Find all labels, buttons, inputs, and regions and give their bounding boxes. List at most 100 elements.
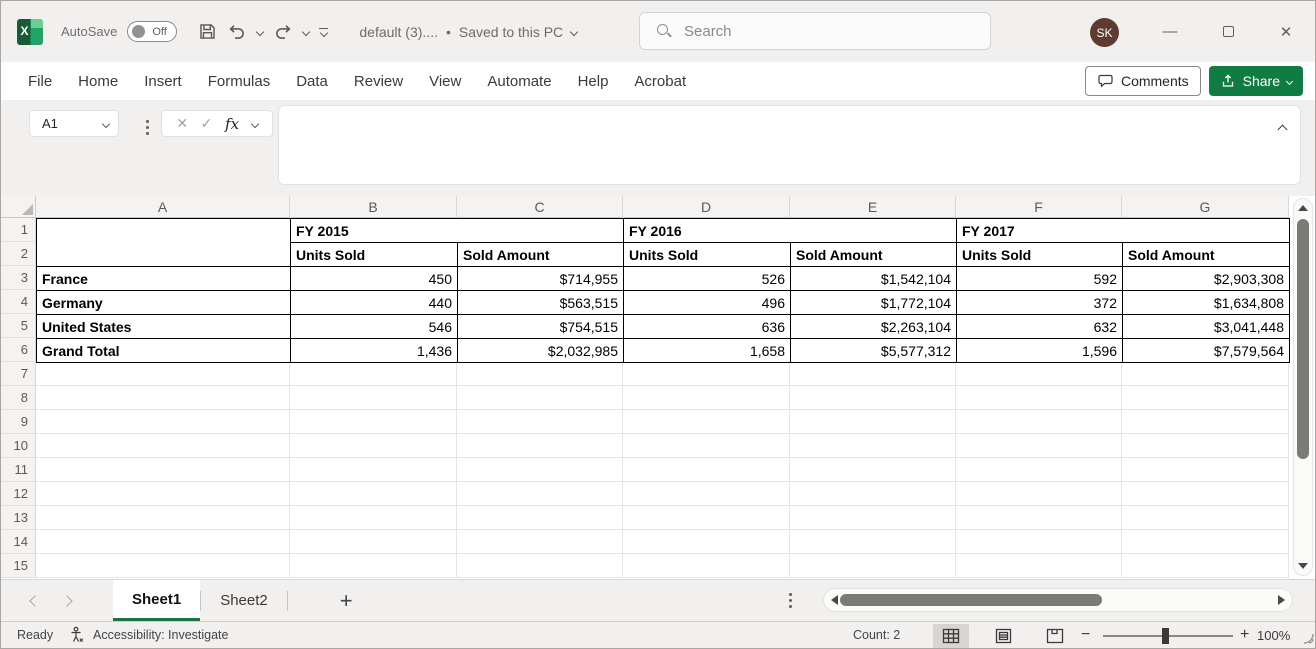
share-button[interactable]: Share xyxy=(1209,66,1303,96)
cell-A1[interactable] xyxy=(37,219,291,267)
tab-insert[interactable]: Insert xyxy=(131,62,195,100)
cell-F4[interactable]: 372 xyxy=(957,291,1123,315)
cell-D1[interactable]: FY 2016 xyxy=(624,219,957,243)
cell-E4[interactable]: $1,772,104 xyxy=(791,291,957,315)
cell-B11[interactable] xyxy=(290,458,457,482)
cell-A14[interactable] xyxy=(36,530,290,554)
cell-F9[interactable] xyxy=(956,410,1122,434)
cell-G14[interactable] xyxy=(1122,530,1289,554)
cell-F13[interactable] xyxy=(956,506,1122,530)
horizontal-scrollbar[interactable] xyxy=(823,588,1293,612)
cell-A7[interactable] xyxy=(36,362,290,386)
row-header-2[interactable]: 2 xyxy=(1,242,36,266)
cell-E2[interactable]: Sold Amount xyxy=(791,243,957,267)
next-sheet-arrow-icon[interactable] xyxy=(61,595,72,606)
cell-D11[interactable] xyxy=(623,458,790,482)
minimize-button[interactable]: — xyxy=(1141,1,1199,62)
cell-E9[interactable] xyxy=(790,410,956,434)
cell-F6[interactable]: 1,596 xyxy=(957,339,1123,363)
vertical-scrollbar[interactable] xyxy=(1293,198,1313,576)
cell-E11[interactable] xyxy=(790,458,956,482)
row-header-9[interactable]: 9 xyxy=(1,410,36,434)
cell-D6[interactable]: 1,658 xyxy=(624,339,791,363)
cell-C10[interactable] xyxy=(457,434,623,458)
document-title-area[interactable]: default (3).... • Saved to this PC xyxy=(359,24,577,40)
cell-D4[interactable]: 496 xyxy=(624,291,791,315)
tab-data[interactable]: Data xyxy=(283,62,341,100)
row-header-7[interactable]: 7 xyxy=(1,362,36,386)
cell-F5[interactable]: 632 xyxy=(957,315,1123,339)
tab-help[interactable]: Help xyxy=(565,62,622,100)
cell-G2[interactable]: Sold Amount xyxy=(1123,243,1290,267)
tab-review[interactable]: Review xyxy=(341,62,416,100)
cell-B2[interactable]: Units Sold xyxy=(291,243,458,267)
page-break-preview-button[interactable] xyxy=(1037,624,1073,648)
scroll-right-arrow-icon[interactable] xyxy=(1278,595,1285,605)
row-header-13[interactable]: 13 xyxy=(1,506,36,530)
tab-file[interactable]: File xyxy=(15,62,65,100)
close-button[interactable]: ✕ xyxy=(1257,1,1315,62)
cell-F2[interactable]: Units Sold xyxy=(957,243,1123,267)
cell-B1[interactable]: FY 2015 xyxy=(291,219,624,243)
cell-A9[interactable] xyxy=(36,410,290,434)
column-header-E[interactable]: E xyxy=(790,196,956,218)
new-sheet-button[interactable]: + xyxy=(330,580,363,621)
cell-C8[interactable] xyxy=(457,386,623,410)
cell-G9[interactable] xyxy=(1122,410,1289,434)
cell-G10[interactable] xyxy=(1122,434,1289,458)
cell-D12[interactable] xyxy=(623,482,790,506)
cell-G6[interactable]: $7,579,564 xyxy=(1123,339,1290,363)
cell-E7[interactable] xyxy=(790,362,956,386)
page-layout-view-button[interactable] xyxy=(985,624,1021,648)
scroll-down-arrow-icon[interactable] xyxy=(1298,563,1308,569)
cell-G4[interactable]: $1,634,808 xyxy=(1123,291,1290,315)
cell-C5[interactable]: $754,515 xyxy=(458,315,624,339)
cell-F11[interactable] xyxy=(956,458,1122,482)
confirm-entry-icon[interactable]: ✓ xyxy=(201,115,213,132)
cell-E6[interactable]: $5,577,312 xyxy=(791,339,957,363)
cell-B6[interactable]: 1,436 xyxy=(291,339,458,363)
resize-grip-icon[interactable] xyxy=(1300,630,1314,647)
cell-D2[interactable]: Units Sold xyxy=(624,243,791,267)
column-header-F[interactable]: F xyxy=(956,196,1122,218)
cell-A8[interactable] xyxy=(36,386,290,410)
cell-B7[interactable] xyxy=(290,362,457,386)
cell-G7[interactable] xyxy=(1122,362,1289,386)
sheet-tab-sheet1[interactable]: Sheet1 xyxy=(113,580,200,621)
search-input[interactable]: Search xyxy=(639,12,991,50)
tab-home[interactable]: Home xyxy=(65,62,131,100)
cancel-entry-icon[interactable]: ✕ xyxy=(176,115,188,132)
cell-C15[interactable] xyxy=(457,554,623,578)
cell-F10[interactable] xyxy=(956,434,1122,458)
row-header-11[interactable]: 11 xyxy=(1,458,36,482)
cell-G8[interactable] xyxy=(1122,386,1289,410)
vertical-scrollbar-thumb[interactable] xyxy=(1297,219,1309,459)
select-all-button[interactable] xyxy=(1,196,36,218)
column-header-D[interactable]: D xyxy=(623,196,790,218)
column-header-A[interactable]: A xyxy=(36,196,290,218)
horizontal-scrollbar-thumb[interactable] xyxy=(840,594,1102,606)
cell-B8[interactable] xyxy=(290,386,457,410)
redo-button[interactable] xyxy=(268,17,298,47)
zoom-in-button[interactable]: + xyxy=(1240,622,1249,648)
normal-view-button[interactable] xyxy=(933,624,969,648)
cell-E5[interactable]: $2,263,104 xyxy=(791,315,957,339)
cell-F3[interactable]: 592 xyxy=(957,267,1123,291)
tab-automate[interactable]: Automate xyxy=(474,62,564,100)
cell-A10[interactable] xyxy=(36,434,290,458)
cell-A13[interactable] xyxy=(36,506,290,530)
cell-D9[interactable] xyxy=(623,410,790,434)
customize-qat-button[interactable] xyxy=(314,17,333,47)
cell-G12[interactable] xyxy=(1122,482,1289,506)
redo-dropdown[interactable] xyxy=(298,17,314,47)
cell-E13[interactable] xyxy=(790,506,956,530)
cell-E3[interactable]: $1,542,104 xyxy=(791,267,957,291)
cell-A11[interactable] xyxy=(36,458,290,482)
cell-D14[interactable] xyxy=(623,530,790,554)
cell-A4[interactable]: Germany xyxy=(37,291,291,315)
cell-D15[interactable] xyxy=(623,554,790,578)
cell-F1[interactable]: FY 2017 xyxy=(957,219,1290,243)
tab-formulas[interactable]: Formulas xyxy=(195,62,284,100)
cell-E10[interactable] xyxy=(790,434,956,458)
cell-A3[interactable]: France xyxy=(37,267,291,291)
